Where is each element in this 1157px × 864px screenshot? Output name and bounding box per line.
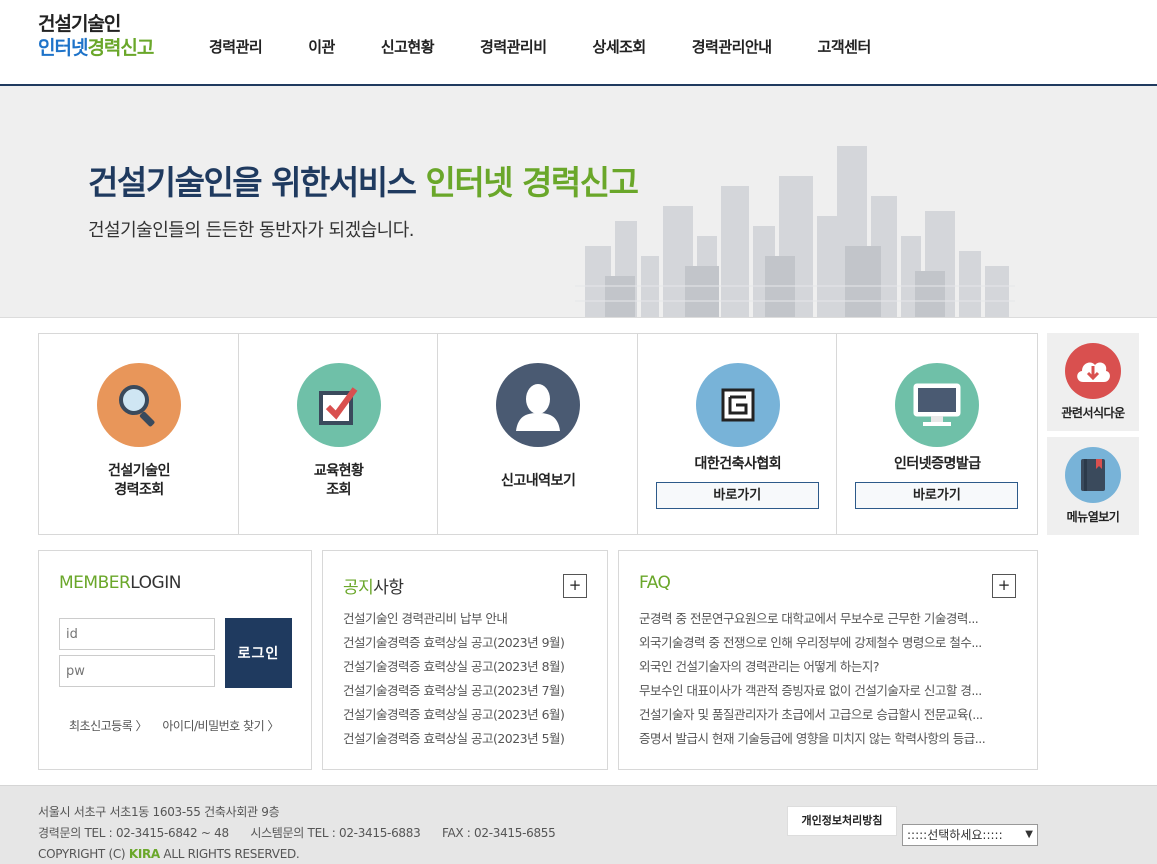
quick-item-label: 대한건축사협회 <box>694 456 782 472</box>
notice-item[interactable]: 건설기술경력증 효력상실 공고(2023년 5월) <box>343 727 593 751</box>
certificate-shortcut-button[interactable]: 바로가기 <box>855 482 1019 509</box>
quick-label-line2: 경력조회 <box>114 482 164 498</box>
nav-item-career-management[interactable]: 경력관리 <box>209 36 263 57</box>
faq-item[interactable]: 무보수인 대표이사가 객관적 증빙자료 없이 건설기술자로 신고할 경... <box>639 679 1023 703</box>
site-footer: 서울시 서초구 서초1동 1603-55 건축사회관 9층 경력문의 TEL :… <box>0 785 1157 864</box>
notice-title-rest: 사항 <box>373 578 404 598</box>
footer-tel-system: 시스템문의 TEL : 02-3415-6883 <box>250 826 421 840</box>
quick-item-label: 건설기술인 경력조회 <box>39 462 239 500</box>
footer-contacts: 경력문의 TEL : 02-3415-6842 ~ 48 시스템문의 TEL :… <box>38 823 556 844</box>
side-menu-open[interactable]: 메뉴열보기 <box>1047 437 1139 535</box>
checkbox-icon <box>296 363 381 447</box>
faq-item[interactable]: 군경력 중 전문연구요원으로 대학교에서 무보수로 근무한 기술경력... <box>639 607 1023 631</box>
faq-title: FAQ <box>639 573 671 593</box>
logo-line1: 건설기술인 <box>38 13 121 35</box>
faq-list: 군경력 중 전문연구요원으로 대학교에서 무보수로 근무한 기술경력... 외국… <box>639 607 1023 751</box>
notice-item[interactable]: 건설기술경력증 효력상실 공고(2023년 9월) <box>343 631 593 655</box>
main-nav: 경력관리 이관 신고현황 경력관리비 상세조회 경력관리안내 고객센터 <box>186 36 894 57</box>
copyright-post: ALL RIGHTS RESERVED. <box>159 847 300 861</box>
footer-copyright: COPYRIGHT (C) KIRA ALL RIGHTS RESERVED. <box>38 844 555 864</box>
nav-item-career-guide[interactable]: 경력관리안내 <box>692 36 772 57</box>
faq-item[interactable]: 외국인 건설기술자의 경력관리는 어떻게 하는지? <box>639 655 1023 679</box>
find-account-link[interactable]: 아이디/비밀번호 찾기 〉 <box>162 719 279 733</box>
login-title-rest: LOGIN <box>130 573 181 593</box>
side-download-label: 관련서식다운 <box>1061 406 1125 420</box>
notice-title-accent: 공지 <box>343 578 374 598</box>
quick-menu: 건설기술인 경력조회 교육현황 조회 신고내역보기 대한건축사협회 바로가기 인… <box>38 333 1038 535</box>
quick-item-kira: 대한건축사협회 바로가기 <box>638 334 838 534</box>
hero-title: 건설기술인을 위한서비스 인터넷 경력신고 <box>88 156 639 204</box>
logo-line2-green: 경력신고 <box>87 37 154 59</box>
privacy-policy-button[interactable]: 개인정보처리방침 <box>787 806 897 836</box>
family-site-select-value: :::::선택하세요::::: <box>907 828 1003 842</box>
quick-item-label: 신고내역보기 <box>501 473 576 489</box>
notice-title: 공지사항 <box>343 573 404 598</box>
book-icon <box>1065 447 1121 503</box>
hero-subtitle: 건설기술인들의 든든한 동반자가 되겠습니다. <box>88 220 415 241</box>
site-logo[interactable]: 건설기술인 인터넷경력신고 <box>38 12 154 60</box>
footer-address: 서울시 서초구 서초1동 1603-55 건축사회관 9층 <box>38 805 280 819</box>
quick-item-label: 교육현황 조회 <box>239 462 439 500</box>
faq-item[interactable]: 증명서 발급시 현재 기술등급에 영향을 미치지 않는 학력사항의 등급... <box>639 727 1023 751</box>
search-icon <box>97 363 181 447</box>
nav-item-customer-center[interactable]: 고객센터 <box>818 36 872 57</box>
faq-item[interactable]: 건설기술자 및 품질관리자가 초급에서 고급으로 승급할시 전문교육(... <box>639 703 1023 727</box>
cloud-download-icon <box>1065 343 1121 399</box>
hero-title-accent: 인터넷 경력신고 <box>425 163 639 202</box>
notice-list: 건설기술인 경력관리비 납부 안내 건설기술경력증 효력상실 공고(2023년 … <box>343 607 593 751</box>
notice-item[interactable]: 건설기술경력증 효력상실 공고(2023년 7월) <box>343 679 593 703</box>
notice-item[interactable]: 건설기술인 경력관리비 납부 안내 <box>343 607 593 631</box>
copyright-pre: COPYRIGHT (C) <box>38 847 129 861</box>
signup-link[interactable]: 최초신고등록 〉 <box>69 719 148 733</box>
nav-item-detail-search[interactable]: 상세조회 <box>593 36 647 57</box>
notice-item[interactable]: 건설기술경력증 효력상실 공고(2023년 6월) <box>343 703 593 727</box>
login-links: 최초신고등록 〉 아이디/비밀번호 찾기 〉 <box>69 717 291 734</box>
logo-line2-blue: 인터넷 <box>38 37 88 59</box>
nav-item-transfer[interactable]: 이관 <box>308 36 335 57</box>
quick-label-line1: 건설기술인 <box>108 463 170 479</box>
family-site-select[interactable]: :::::선택하세요::::: ▼ <box>902 824 1038 846</box>
quick-item-report-history[interactable]: 신고내역보기 <box>438 334 638 534</box>
kira-logo-icon <box>695 363 780 447</box>
quick-label-line1: 교육현황 <box>313 463 364 479</box>
login-title: MEMBERLOGIN <box>59 573 181 593</box>
nav-item-report-status[interactable]: 신고현황 <box>381 36 435 57</box>
kira-shortcut-button[interactable]: 바로가기 <box>655 482 819 509</box>
quick-label-line2: 조회 <box>326 482 351 498</box>
copyright-brand: KIRA <box>128 847 160 861</box>
notice-panel: 공지사항 + 건설기술인 경력관리비 납부 안내 건설기술경력증 효력상실 공고… <box>322 550 608 770</box>
member-login-panel: MEMBERLOGIN 로그인 최초신고등록 〉 아이디/비밀번호 찾기 〉 <box>38 550 312 770</box>
faq-panel: FAQ + 군경력 중 전문연구요원으로 대학교에서 무보수로 근무한 기술경력… <box>618 550 1038 770</box>
faq-more-button[interactable]: + <box>992 574 1016 598</box>
id-input[interactable] <box>59 618 215 650</box>
notice-more-button[interactable]: + <box>563 574 587 598</box>
footer-info: 서울시 서초구 서초1동 1603-55 건축사회관 9층 경력문의 TEL :… <box>38 802 556 864</box>
quick-item-certificate: 인터넷증명발급 바로가기 <box>837 334 1037 534</box>
login-button[interactable]: 로그인 <box>225 618 292 688</box>
footer-tel-career: 경력문의 TEL : 02-3415-6842 ~ 48 <box>38 826 229 840</box>
side-download-forms[interactable]: 관련서식다운 <box>1047 333 1139 431</box>
pw-input[interactable] <box>59 655 215 687</box>
user-icon <box>496 363 581 447</box>
hero-title-main: 건설기술인을 위한서비스 <box>88 163 426 202</box>
quick-item-education[interactable]: 교육현황 조회 <box>239 334 439 534</box>
side-menu-label: 메뉴열보기 <box>1066 510 1120 524</box>
quick-item-career-lookup[interactable]: 건설기술인 경력조회 <box>39 334 239 534</box>
monitor-icon <box>895 363 980 447</box>
login-title-accent: MEMBER <box>59 573 131 593</box>
nav-item-career-fee[interactable]: 경력관리비 <box>480 36 547 57</box>
notice-item[interactable]: 건설기술경력증 효력상실 공고(2023년 8월) <box>343 655 593 679</box>
footer-fax: FAX : 02-3415-6855 <box>441 826 556 840</box>
hero-banner: 건설기술인을 위한서비스 인터넷 경력신고 건설기술인들의 든든한 동반자가 되… <box>0 86 1157 318</box>
logo-line2: 인터넷경력신고 <box>38 36 154 60</box>
chevron-down-icon: ▼ <box>1025 829 1033 840</box>
quick-item-label: 인터넷증명발급 <box>894 456 981 472</box>
city-skyline-illustration <box>575 146 1015 317</box>
site-header: 건설기술인 인터넷경력신고 경력관리 이관 신고현황 경력관리비 상세조회 경력… <box>0 0 1157 86</box>
faq-item[interactable]: 외국기술경력 중 전쟁으로 인해 우리정부에 강제철수 명령으로 철수... <box>639 631 1023 655</box>
